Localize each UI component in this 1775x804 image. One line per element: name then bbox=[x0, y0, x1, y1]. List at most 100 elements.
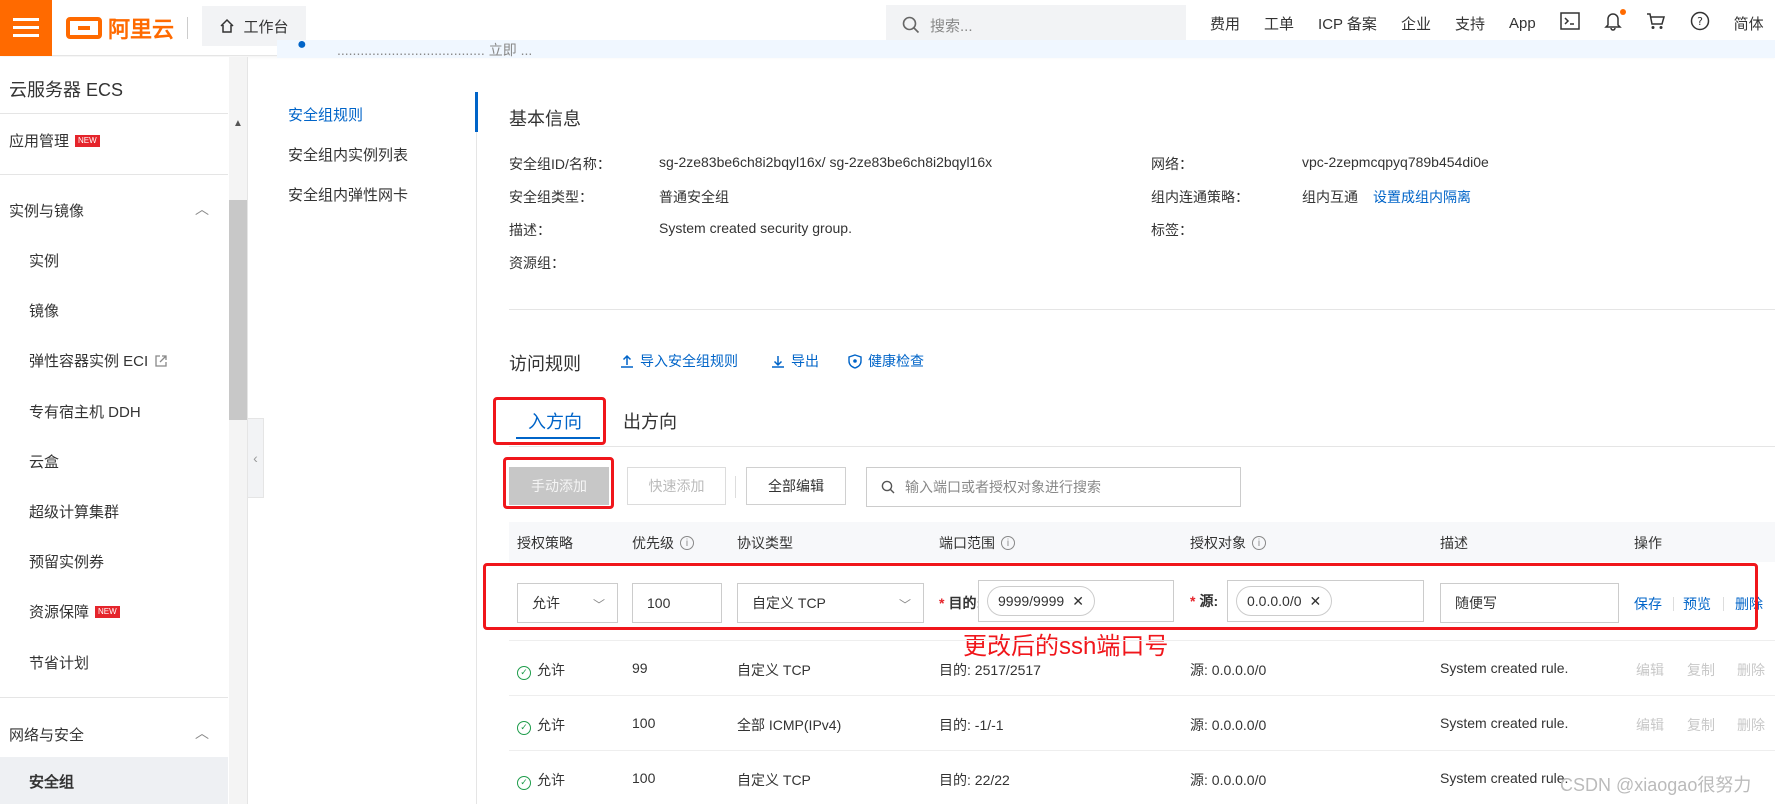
source-cell: 源: 0.0.0.0/0 bbox=[1190, 772, 1267, 788]
sidebar-group-network-security[interactable]: 网络与安全 bbox=[9, 724, 84, 745]
sidebar-item-supercomputing[interactable]: 超级计算集群 bbox=[29, 501, 119, 522]
sidebar-group-instances-images[interactable]: 实例与镜像 bbox=[9, 200, 84, 221]
copy-link[interactable]: 复制 bbox=[1687, 715, 1715, 735]
sidebar-item-ddh[interactable]: 专有宿主机 DDH bbox=[29, 401, 141, 422]
network-value: vpc-2zepmcqpyq789b454di0e bbox=[1302, 154, 1489, 170]
health-check-label: 健康检查 bbox=[868, 353, 924, 369]
divider bbox=[0, 697, 228, 698]
secnav-active-indicator bbox=[475, 92, 478, 132]
col-label: 授权对象 bbox=[1190, 535, 1246, 551]
sidebar-scrollbar-thumb[interactable] bbox=[229, 200, 247, 420]
source-cell: 源: 0.0.0.0/0 bbox=[1190, 662, 1267, 678]
protocol-cell: 自定义 TCP bbox=[737, 662, 811, 678]
divider bbox=[509, 750, 1775, 751]
nav-enterprise[interactable]: 企业 bbox=[1401, 13, 1431, 34]
col-description: 描述 bbox=[1440, 533, 1468, 553]
tab-outbound[interactable]: 出方向 bbox=[623, 408, 677, 434]
col-label: 描述 bbox=[1440, 535, 1468, 551]
sidebar-item-label: 资源保障 bbox=[29, 604, 90, 621]
scroll-up-arrow-icon[interactable]: ▲ bbox=[233, 118, 243, 129]
nav-tickets[interactable]: 工单 bbox=[1264, 13, 1294, 34]
protocol-cell: 自定义 TCP bbox=[737, 772, 811, 788]
sidebar-item-resource-assurance[interactable]: 资源保障 NEW bbox=[29, 601, 120, 622]
divider bbox=[509, 640, 1775, 641]
divider bbox=[735, 476, 736, 498]
chevron-up-icon[interactable]: ︿ bbox=[195, 723, 209, 743]
terminal-icon[interactable] bbox=[1559, 11, 1580, 35]
sidebar-item-eci[interactable]: 弹性容器实例 ECI bbox=[29, 350, 168, 371]
secnav-rules[interactable]: 安全组规则 bbox=[288, 104, 363, 125]
svg-text:?: ? bbox=[1697, 15, 1703, 28]
import-rules-link[interactable]: 导入安全组规则 bbox=[620, 351, 738, 371]
sidebar-item-reserved-instances[interactable]: 预留实例券 bbox=[29, 551, 104, 572]
hamburger-menu-icon[interactable] bbox=[0, 0, 52, 56]
sidebar-item-label: 超级计算集群 bbox=[29, 504, 120, 521]
new-badge: NEW bbox=[95, 605, 120, 618]
logo-text: 阿里云 bbox=[108, 17, 175, 42]
delete-link[interactable]: 删除 bbox=[1737, 715, 1765, 735]
info-icon[interactable]: i bbox=[680, 536, 694, 550]
bell-icon[interactable] bbox=[1603, 8, 1626, 36]
edit-all-button[interactable]: 全部编辑 bbox=[746, 467, 846, 505]
policy-cell: ✓ 允许 bbox=[517, 660, 565, 680]
annotation-box-manual-add bbox=[503, 457, 614, 509]
network-label: 网络： bbox=[1151, 156, 1193, 172]
delete-link[interactable]: 删除 bbox=[1737, 660, 1765, 680]
description-cell: System created rule. bbox=[1440, 770, 1569, 786]
divider bbox=[0, 113, 228, 114]
quick-add-button[interactable]: 快速添加 bbox=[627, 467, 726, 505]
sg-type-label: 安全组类型： bbox=[509, 189, 593, 205]
export-label: 导出 bbox=[791, 353, 819, 369]
home-icon bbox=[220, 18, 235, 33]
col-label: 优先级 bbox=[632, 535, 674, 551]
nav-support[interactable]: 支持 bbox=[1455, 13, 1485, 34]
sidebar-item-instances[interactable]: 实例 bbox=[29, 250, 59, 271]
sidebar-item-savings-plan[interactable]: 节省计划 bbox=[29, 652, 89, 673]
table-header bbox=[509, 522, 1775, 562]
sidebar-item-app-management[interactable]: 应用管理 NEW bbox=[9, 130, 100, 151]
sidebar-collapse-toggle[interactable]: ‹ bbox=[248, 418, 264, 498]
copy-link[interactable]: 复制 bbox=[1687, 660, 1715, 680]
edit-link[interactable]: 编辑 bbox=[1636, 715, 1664, 735]
health-check-link[interactable]: 健康检查 bbox=[848, 351, 924, 371]
annotation-text: 更改后的ssh端口号 bbox=[963, 633, 1169, 660]
download-icon bbox=[772, 356, 784, 368]
col-priority: 优先级 i bbox=[632, 533, 694, 553]
col-label: 协议类型 bbox=[737, 535, 793, 551]
nav-icp[interactable]: ICP 备案 bbox=[1318, 13, 1377, 34]
cart-icon[interactable] bbox=[1646, 12, 1666, 35]
secnav-instances[interactable]: 安全组内实例列表 bbox=[288, 144, 408, 165]
check-circle-icon: ✓ bbox=[517, 665, 531, 680]
rule-search-input[interactable]: 输入端口或者授权对象进行搜索 bbox=[866, 467, 1241, 507]
sidebar-scrollbar-track[interactable] bbox=[229, 57, 247, 804]
export-link[interactable]: 导出 bbox=[771, 351, 819, 371]
nav-app[interactable]: App bbox=[1509, 15, 1536, 32]
sidebar-item-images[interactable]: 镜像 bbox=[29, 300, 59, 321]
language-switch[interactable]: 简体 bbox=[1734, 13, 1764, 34]
nav-billing[interactable]: 费用 bbox=[1210, 13, 1240, 34]
sidebar-item-label: 节省计划 bbox=[29, 655, 90, 672]
aliyun-logo[interactable]: 阿里云 bbox=[66, 10, 174, 46]
policy-value: 允许 bbox=[537, 662, 565, 678]
policy-value: 允许 bbox=[537, 717, 565, 733]
sidebar: 云服务器 ECS 应用管理 NEW 实例与镜像 ︿ 实例 镜像 弹性容器实例 E… bbox=[0, 57, 248, 804]
banner-text: ...................................... 立… bbox=[337, 42, 533, 58]
global-search-input[interactable]: 搜索... bbox=[886, 5, 1186, 45]
chevron-up-icon[interactable]: ︿ bbox=[195, 199, 209, 219]
sidebar-item-label: 应用管理 bbox=[9, 133, 70, 150]
sidebar-item-cloud-box[interactable]: 云盒 bbox=[29, 451, 59, 472]
info-icon[interactable]: i bbox=[1001, 536, 1015, 550]
sidebar-group-label: 网络与安全 bbox=[9, 727, 85, 744]
sg-id-label: 安全组ID/名称： bbox=[509, 156, 611, 172]
search-icon bbox=[902, 16, 920, 34]
sidebar-item-security-group[interactable]: 安全组 bbox=[0, 757, 228, 804]
sidebar-group-label: 实例与镜像 bbox=[9, 203, 85, 220]
info-icon[interactable]: i bbox=[1252, 536, 1266, 550]
sg-desc-value: System created security group. bbox=[659, 220, 852, 236]
sg-id-value: sg-2ze83be6ch8i2bqyl16x/ sg-2ze83be6ch8i… bbox=[659, 154, 993, 170]
secnav-eni[interactable]: 安全组内弹性网卡 bbox=[288, 184, 408, 205]
edit-link[interactable]: 编辑 bbox=[1636, 660, 1664, 680]
help-icon[interactable]: ? bbox=[1690, 11, 1710, 36]
access-rules-title: 访问规则 bbox=[509, 354, 581, 374]
set-isolation-link[interactable]: 设置成组内隔离 bbox=[1373, 187, 1471, 207]
